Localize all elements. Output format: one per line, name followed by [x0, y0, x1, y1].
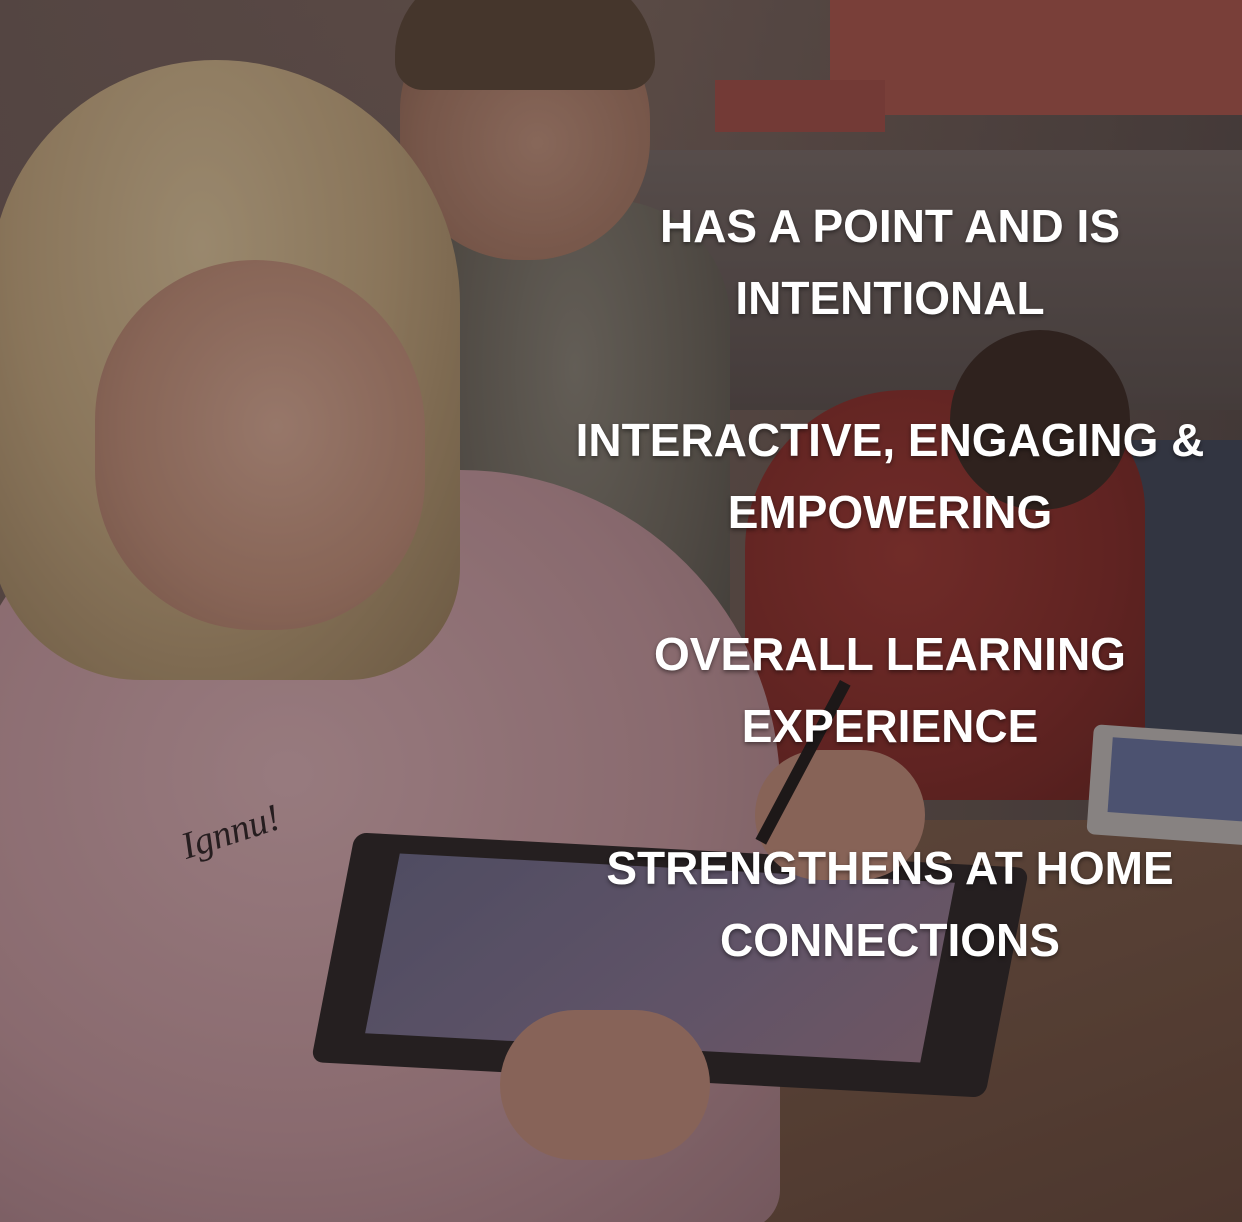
point-line: EMPOWERING: [727, 486, 1053, 538]
point-line: EXPERIENCE: [741, 700, 1039, 752]
points-text-block: HAS A POINT AND IS INTENTIONAL INTERACTI…: [540, 190, 1240, 976]
classroom-photo: Ignnu! HAS A POINT AND IS INTENTIONAL IN…: [0, 0, 1242, 1222]
point-line: CONNECTIONS: [720, 914, 1060, 966]
point-line: OVERALL LEARNING: [654, 628, 1126, 680]
point-intentional: HAS A POINT AND IS INTENTIONAL: [540, 190, 1240, 334]
point-line: HAS A POINT AND IS: [659, 200, 1121, 252]
point-line: INTENTIONAL: [735, 272, 1045, 324]
point-home-connections: STRENGTHENS AT HOME CONNECTIONS: [540, 832, 1240, 976]
point-line: INTERACTIVE, ENGAGING &: [575, 414, 1205, 466]
point-line: STRENGTHENS AT HOME: [606, 842, 1174, 894]
point-learning-experience: OVERALL LEARNING EXPERIENCE: [540, 618, 1240, 762]
point-interactive: INTERACTIVE, ENGAGING & EMPOWERING: [540, 404, 1240, 548]
